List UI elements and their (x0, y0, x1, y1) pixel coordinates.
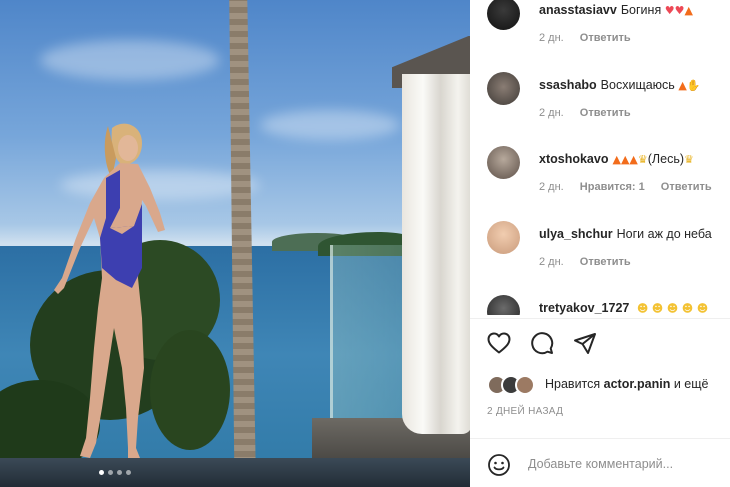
fire-emoji-icon: ▲ (678, 79, 687, 92)
comment-username[interactable]: ssashabo (539, 78, 597, 92)
comment-bubble-icon[interactable] (529, 330, 555, 356)
reply-button[interactable]: Ответить (580, 256, 631, 268)
likes-suffix[interactable]: и ещё (674, 377, 709, 391)
comment-input[interactable]: Добавьте комментарий... (528, 457, 673, 471)
comment-username[interactable]: tretyakov_1727 (539, 301, 629, 315)
crown-emoji-icon: ♛ (684, 153, 694, 166)
comment-time: 2 дн. (539, 107, 564, 119)
heart-emoji-icon: ♥ (674, 4, 685, 17)
carousel-dot (126, 470, 131, 475)
likes-prefix: Нравится (545, 377, 601, 391)
carousel-dot (99, 470, 104, 475)
reply-button[interactable]: Ответить (661, 181, 712, 193)
face-emoji-icon: ☻ (693, 302, 709, 315)
comment-text: ulya_shchur Ноги аж до неба (539, 227, 712, 241)
comment-username[interactable]: ulya_shchur (539, 227, 613, 241)
carousel-dot (117, 470, 122, 475)
comment-username[interactable]: anasstasiavv (539, 3, 617, 17)
emoji-picker-icon[interactable] (487, 453, 511, 482)
post-actions (486, 330, 598, 356)
sky-cloud (260, 110, 400, 140)
commenter-avatar[interactable] (487, 295, 520, 315)
commenter-avatar[interactable] (487, 221, 520, 254)
reply-button[interactable]: Ответить (580, 107, 631, 119)
comment-meta: 2 дн. Нравится: 1 Ответить (539, 181, 725, 193)
comment-meta: 2 дн. Ответить (539, 256, 644, 268)
liker-avatars (487, 374, 547, 396)
reply-button[interactable]: Ответить (580, 32, 631, 44)
heart-emoji-icon: ♥ (664, 4, 675, 17)
add-comment-bar: Добавьте комментарий... (470, 438, 730, 487)
comment-likes-count[interactable]: Нравится: 1 (580, 181, 645, 193)
comment-text: tretyakov_1727 ☻ ☻ ☻ ☻ ☻ (539, 301, 708, 315)
fire-emoji-icon: ▲ (612, 153, 621, 166)
comment-time: 2 дн. (539, 181, 564, 193)
comment-body: Восхищаюсь (600, 78, 675, 92)
divider (470, 318, 730, 319)
comment-text: anasstasiavv Богиня ♥♥▲ (539, 3, 693, 17)
comment-text: xtoshokavo ▲▲▲♛(Лесь)♛ (539, 152, 694, 166)
comment-time: 2 дн. (539, 256, 564, 268)
comment-time: 2 дн. (539, 32, 564, 44)
commenter-avatar[interactable] (487, 0, 520, 30)
commenter-avatar[interactable] (487, 146, 520, 179)
sky-cloud (40, 40, 220, 80)
fire-emoji-icon: ▲ (629, 153, 638, 166)
carousel-dot (108, 470, 113, 475)
comments-list: anasstasiavv Богиня ♥♥▲ 2 дн. Ответить ss… (470, 0, 730, 315)
gazebo-curtain (402, 74, 470, 434)
post-side-panel: anasstasiavv Богиня ♥♥▲ 2 дн. Ответить ss… (470, 0, 730, 487)
comment-text: ssashabo Восхищаюсь ▲✋ (539, 78, 700, 92)
paper-plane-icon[interactable] (572, 330, 598, 356)
carousel-indicator (0, 470, 230, 475)
likes-username[interactable]: actor.panin (604, 377, 671, 391)
face-emoji-icon: ☻ (678, 302, 694, 315)
face-emoji-icon: ☻ (648, 302, 664, 315)
commenter-avatar[interactable] (487, 72, 520, 105)
face-emoji-icon: ☻ (636, 302, 649, 315)
crown-emoji-icon: ♛ (637, 153, 648, 166)
comment-username[interactable]: xtoshokavo (539, 152, 608, 166)
comment-body: Ноги аж до неба (616, 227, 712, 241)
person-figure (54, 123, 165, 466)
comment-body: Богиня (620, 3, 662, 17)
liker-avatar[interactable] (515, 375, 535, 395)
comment-meta: 2 дн. Ответить (539, 107, 644, 119)
face-emoji-icon: ☻ (663, 302, 679, 315)
heart-outline-icon[interactable] (486, 330, 512, 356)
comment-body: (Лесь) (647, 152, 684, 166)
post-date[interactable]: 2 ДНЕЙ НАЗАД (487, 406, 563, 417)
comment-meta: 2 дн. Ответить (539, 32, 644, 44)
clapping-hands-emoji-icon: ✋ (686, 79, 701, 92)
likes-text: Нравится actor.panin и ещё (545, 377, 708, 391)
post-photo[interactable] (0, 0, 470, 487)
fire-emoji-icon: ▲ (684, 4, 693, 17)
